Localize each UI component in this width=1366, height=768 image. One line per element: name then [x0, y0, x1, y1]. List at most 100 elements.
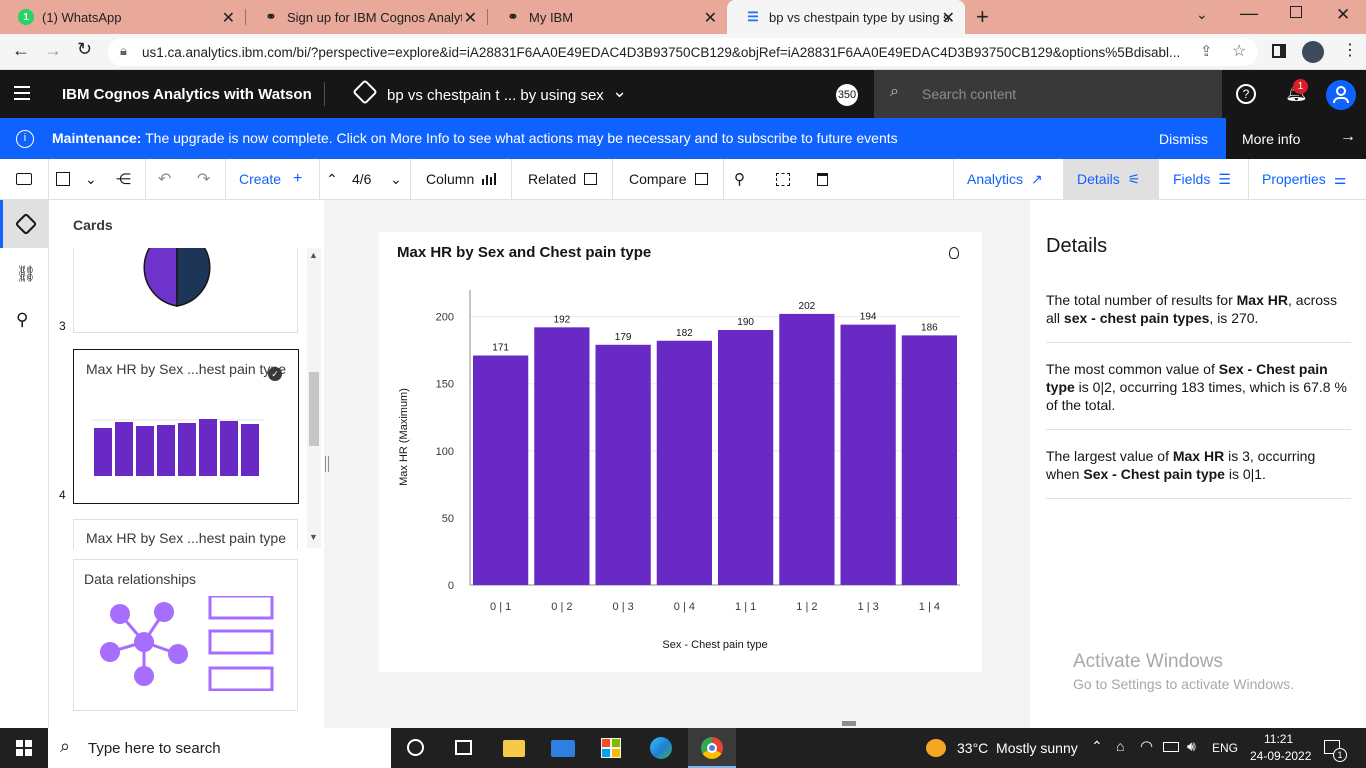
- back-icon[interactable]: ←: [12, 40, 30, 61]
- weather-icon[interactable]: [926, 739, 946, 757]
- pin-icon[interactable]: ⚲: [734, 159, 745, 199]
- wifi-icon[interactable]: ◠: [1140, 737, 1153, 755]
- cards-scrollbar[interactable]: ▲ ▼: [307, 248, 321, 548]
- next-card-icon[interactable]: ⌄: [390, 159, 402, 199]
- url-field[interactable]: 🔒︎ us1.ca.analytics.ibm.com/bi/?perspect…: [108, 38, 1258, 66]
- save-menu-chevron-icon[interactable]: ⌄: [85, 159, 97, 199]
- analytics-button[interactable]: Analytics ↗: [967, 159, 1043, 199]
- card-number: 4: [59, 488, 66, 502]
- chrome-icon[interactable]: [688, 728, 736, 768]
- details-heading: Details: [1046, 235, 1108, 257]
- store-icon[interactable]: [601, 738, 621, 758]
- user-avatar[interactable]: [1326, 80, 1356, 110]
- card-3[interactable]: [73, 248, 298, 333]
- details-panel: Details The total number of results for …: [1030, 200, 1366, 728]
- new-tab-button[interactable]: +: [976, 4, 989, 30]
- app-header: IBM Cognos Analytics with Watson bp vs c…: [0, 70, 1366, 118]
- y-axis-title: Max HR (Maximum): [398, 388, 410, 486]
- file-explorer-icon[interactable]: [503, 740, 525, 757]
- tab-ibm-signup[interactable]: ⚭ Sign up for IBM Cognos Analytic ✕: [245, 0, 487, 34]
- card-4[interactable]: Max HR by Sex ...hest pain type ✓: [73, 349, 299, 504]
- related-button[interactable]: Related: [528, 159, 598, 199]
- close-tab-icon[interactable]: ✕: [464, 8, 477, 28]
- reload-icon[interactable]: ↻: [77, 39, 92, 60]
- fields-button[interactable]: Fields ☰: [1173, 159, 1231, 199]
- comment-icon[interactable]: [16, 159, 34, 199]
- network-icon[interactable]: ⌂: [1116, 738, 1124, 754]
- cards-nav-item[interactable]: [0, 200, 48, 248]
- browser-menu-icon[interactable]: ⋮: [1342, 40, 1358, 60]
- chevron-up-icon[interactable]: ⌃: [1091, 738, 1103, 755]
- close-tab-icon[interactable]: ✕: [222, 8, 235, 28]
- taskbar-search-input[interactable]: ⌕ Type here to search: [48, 728, 391, 768]
- insight-total-results: The total number of results for Max HR , …: [1046, 291, 1351, 327]
- tab-whatsapp[interactable]: 1 (1) WhatsApp ✕: [0, 0, 245, 34]
- details-button[interactable]: Details ⚟: [1063, 159, 1159, 199]
- volume-icon[interactable]: 🔊︎: [1187, 738, 1196, 755]
- card-5[interactable]: Max HR by Sex ...hest pain type: [73, 519, 298, 549]
- compare-label: Compare: [629, 171, 687, 187]
- restore-button[interactable]: [1290, 6, 1302, 18]
- help-icon[interactable]: ?: [1236, 84, 1256, 104]
- minimize-button[interactable]: —: [1240, 3, 1258, 24]
- clock-date[interactable]: 24-09-2022: [1250, 749, 1311, 763]
- x-tick-label: 0 | 2: [551, 601, 572, 613]
- profile-avatar[interactable]: [1302, 41, 1324, 63]
- mail-icon[interactable]: [551, 740, 575, 757]
- data-label: 186: [921, 322, 938, 333]
- hamburger-menu-icon[interactable]: [14, 86, 30, 100]
- scroll-up-icon[interactable]: ▲: [309, 250, 318, 260]
- share-icon[interactable]: ⋲: [116, 159, 131, 199]
- delete-icon[interactable]: [817, 159, 828, 199]
- weather-text[interactable]: 33°C Mostly sunny: [957, 740, 1078, 756]
- search-content-input[interactable]: ⌕ Search content: [874, 70, 1222, 118]
- properties-button[interactable]: Properties ⚌: [1262, 159, 1346, 199]
- share-icon[interactable]: ⇪: [1200, 42, 1213, 60]
- undo-icon[interactable]: ↶: [158, 159, 171, 199]
- document-title[interactable]: bp vs chestpain t ... by using sex: [387, 87, 604, 104]
- data-tree-icon[interactable]: ⛓: [16, 264, 36, 284]
- canvas-resize-handle[interactable]: [842, 721, 856, 726]
- data-relationships-card[interactable]: Data relationships: [73, 559, 298, 711]
- browser-tab-strip: 1 (1) WhatsApp ✕ ⚭ Sign up for IBM Cogno…: [0, 0, 1366, 34]
- edge-icon[interactable]: [650, 737, 672, 759]
- taskbar-search-placeholder: Type here to search: [88, 739, 221, 757]
- close-tab-icon[interactable]: ✕: [704, 8, 717, 28]
- pin-icon[interactable]: ⚲: [16, 310, 28, 330]
- dismiss-button[interactable]: Dismiss: [1159, 131, 1208, 147]
- x-tick-label: 1 | 4: [919, 601, 940, 613]
- panel-resize-handle[interactable]: [325, 456, 329, 472]
- tab-search-icon[interactable]: ⌄: [1196, 6, 1208, 23]
- maintenance-banner: i Maintenance: The upgrade is now comple…: [0, 118, 1366, 159]
- sidepanel-icon[interactable]: [1272, 44, 1286, 58]
- clock-time[interactable]: 11:21: [1264, 732, 1293, 746]
- save-icon[interactable]: [56, 159, 70, 199]
- windows-start-icon[interactable]: [16, 740, 32, 756]
- bar: [901, 335, 957, 585]
- task-view-icon[interactable]: [455, 740, 472, 755]
- redo-icon[interactable]: ↷: [197, 159, 210, 199]
- battery-icon[interactable]: [1163, 742, 1179, 752]
- compare-button[interactable]: Compare: [629, 159, 708, 199]
- focus-icon[interactable]: [776, 159, 790, 199]
- column-visualization-button[interactable]: Column: [426, 159, 497, 199]
- close-window-button[interactable]: ✕: [1336, 5, 1350, 25]
- previous-card-icon[interactable]: ⌃: [326, 159, 338, 199]
- forward-icon[interactable]: →: [44, 40, 62, 61]
- more-info-button[interactable]: More info →: [1226, 118, 1366, 159]
- close-tab-icon[interactable]: ✕: [942, 8, 955, 28]
- scroll-down-icon[interactable]: ▼: [309, 532, 318, 542]
- fields-icon: ☰: [1218, 170, 1231, 187]
- bookmark-star-icon[interactable]: ☆: [1232, 41, 1246, 61]
- create-button[interactable]: Create +: [239, 159, 302, 199]
- scroll-thumb[interactable]: [309, 372, 319, 446]
- language-indicator[interactable]: ENG: [1212, 741, 1238, 755]
- tab-my-ibm[interactable]: ⚭ My IBM ✕: [487, 0, 727, 34]
- url-text: us1.ca.analytics.ibm.com/bi/?perspective…: [142, 44, 1181, 60]
- tab-bp-vs-chestpain[interactable]: ☰ bp vs chestpain type by using se ✕: [727, 0, 965, 34]
- card-title: Max HR by Sex ...hest pain type: [86, 530, 286, 546]
- cortana-icon[interactable]: [407, 739, 424, 756]
- insight-largest-value: The largest value of Max HR is 3, occurr…: [1046, 447, 1351, 483]
- user-count-badge[interactable]: 350: [836, 84, 858, 106]
- chevron-down-icon[interactable]: ⌄: [612, 81, 627, 102]
